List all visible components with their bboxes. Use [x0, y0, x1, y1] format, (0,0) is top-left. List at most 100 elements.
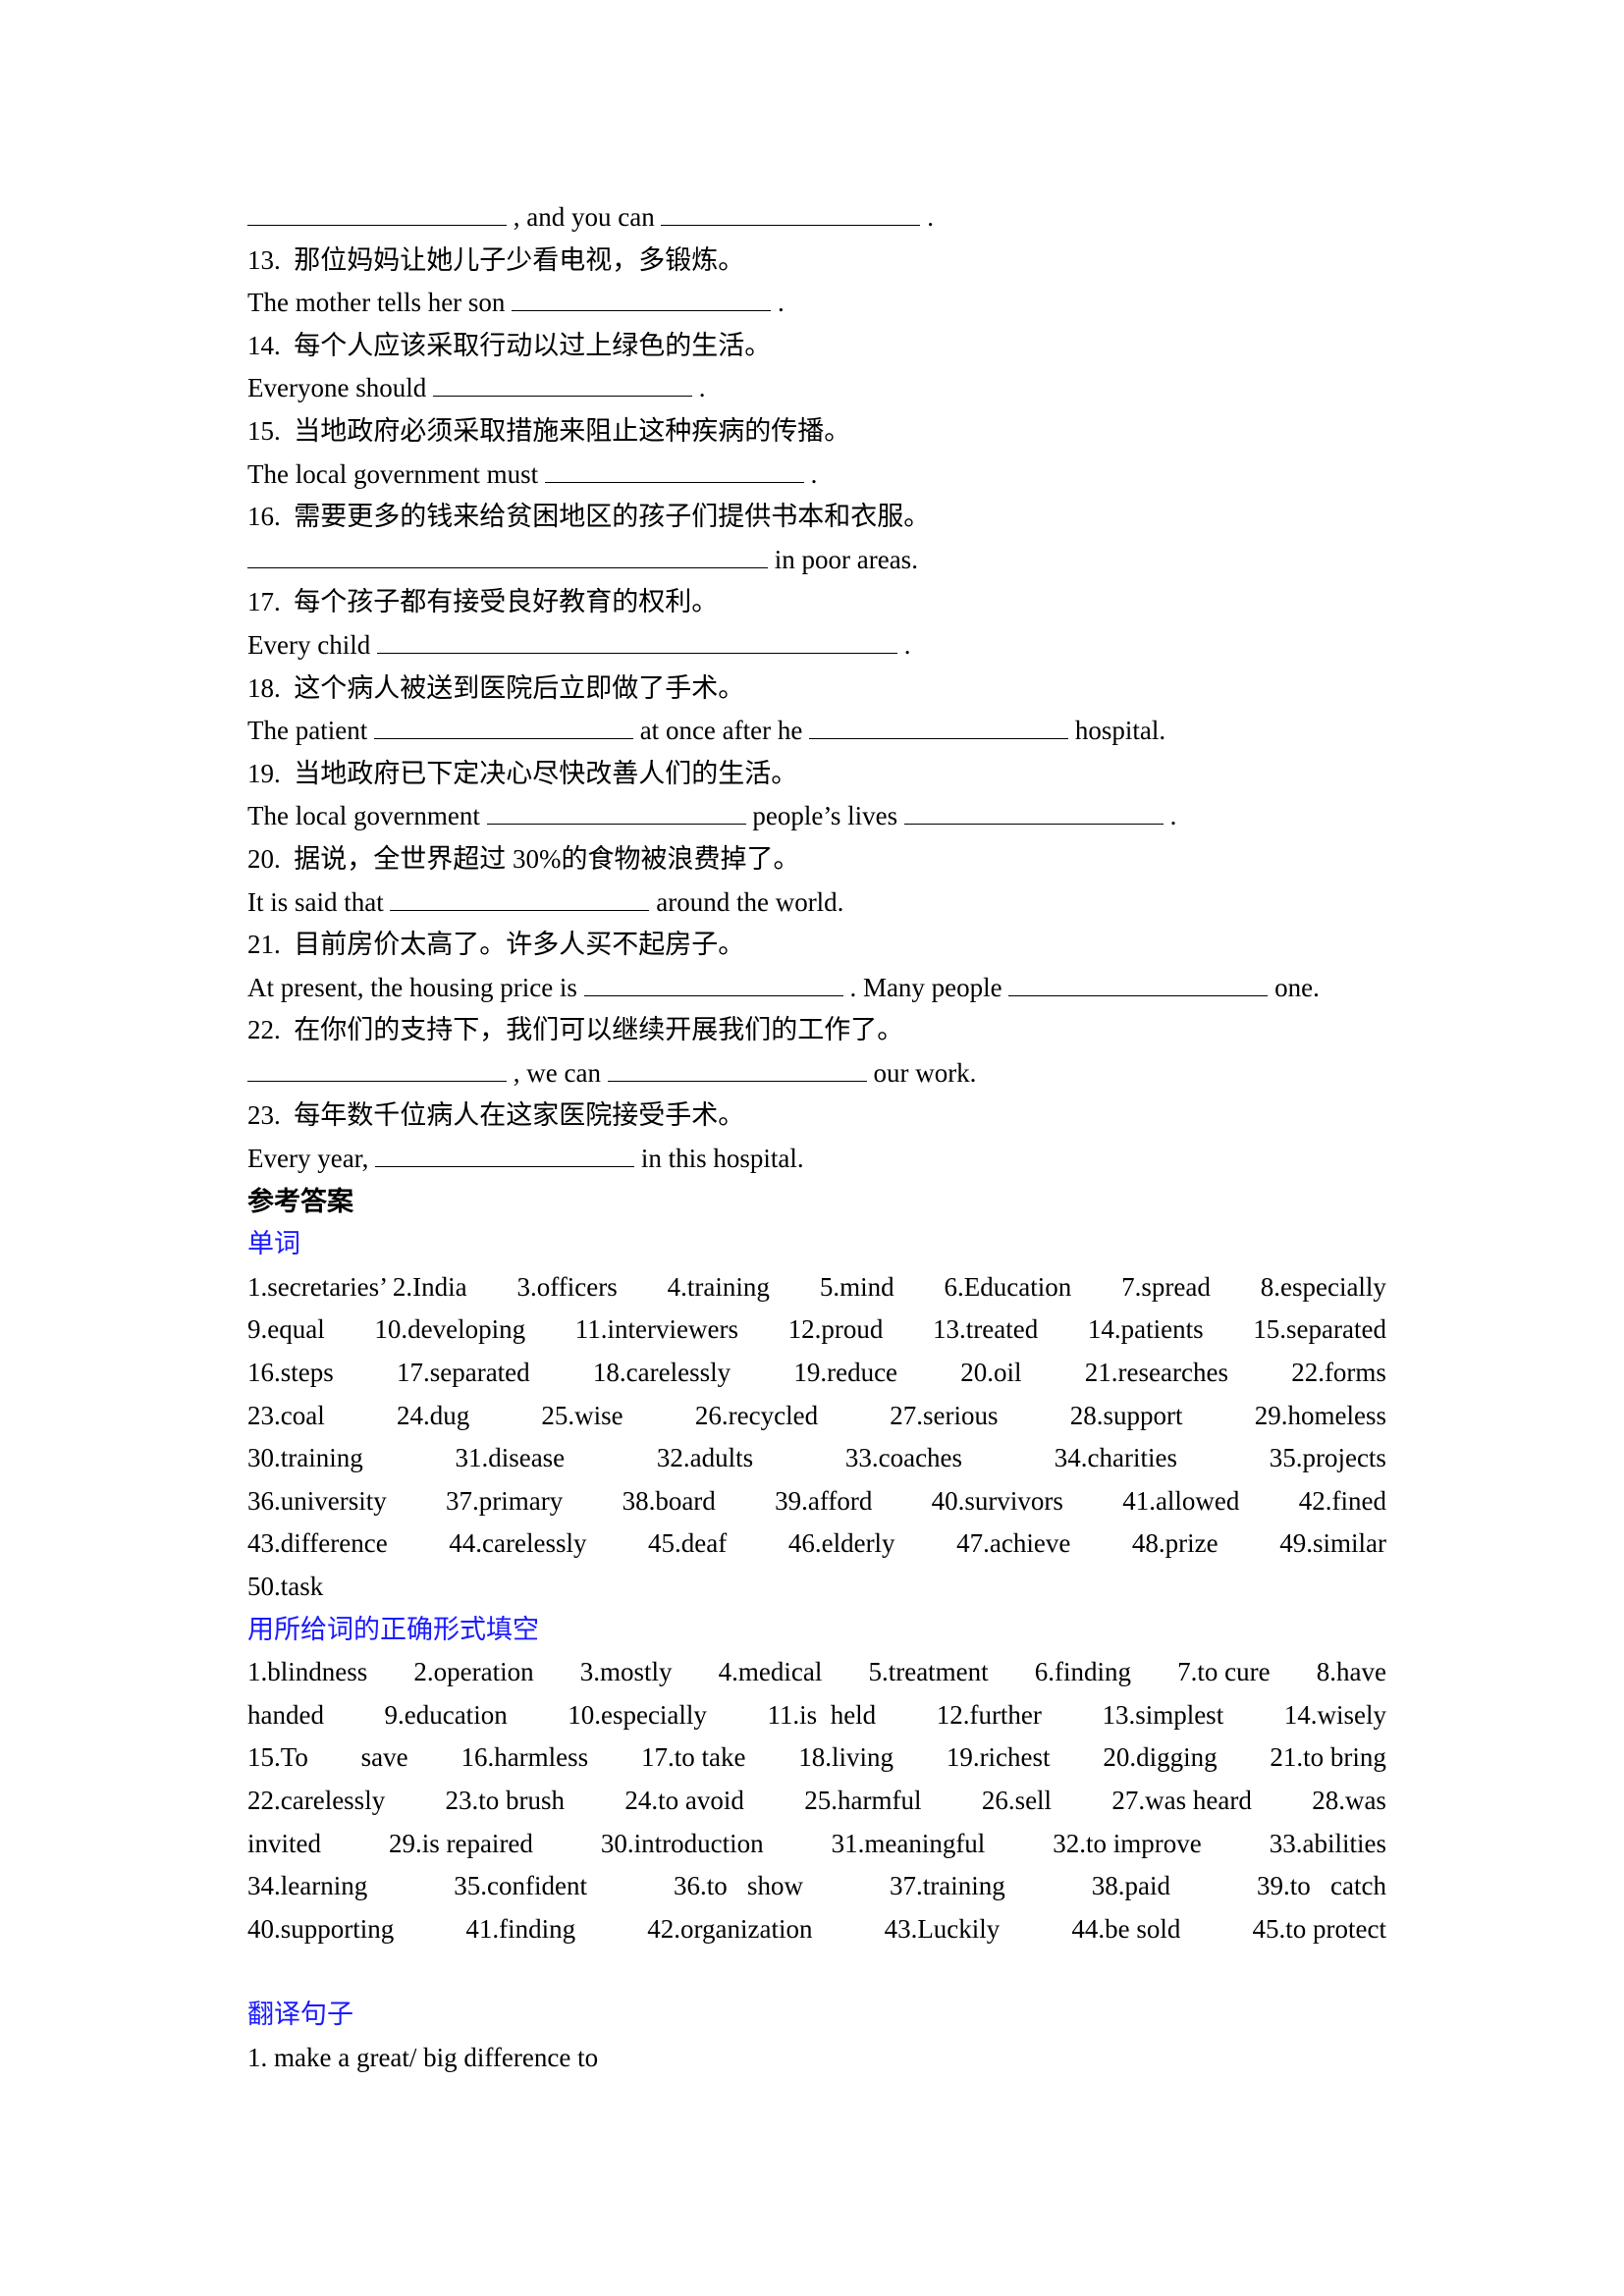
answer-row: 23.coal 24.dug 25.wise 26.recycled 27.seriou… — [247, 1395, 1386, 1438]
answer-item: 33.abilities — [1269, 1828, 1386, 1858]
q17-chinese: 17. 每个孩子都有接受良好教育的权利。 — [247, 587, 719, 617]
translate-answer: 1. make a great/ big difference to — [247, 2042, 599, 2072]
answer-row: 30.training 31.disease 32.adults 33.coaches… — [247, 1437, 1386, 1480]
blank[interactable] — [661, 201, 921, 226]
answer-item: 47.achieve — [956, 1528, 1071, 1559]
q14-chinese: 14. 每个人应该采取行动以过上绿色的生活。 — [247, 330, 772, 360]
answer-item: save — [360, 1742, 408, 1773]
answer-item: 37.training — [890, 1871, 1005, 1901]
answer-item: 4.medical — [718, 1657, 823, 1687]
vocab-section-title: 单词 — [247, 1229, 300, 1259]
blank[interactable] — [486, 800, 746, 826]
answer-item: invited — [247, 1828, 321, 1858]
answer-item: 49.similar — [1279, 1528, 1386, 1559]
answer-row: 34.learning 35.confident 36.to show 37.trai… — [247, 1865, 1386, 1908]
answer-item: 6.Education — [944, 1271, 1072, 1302]
answer-item: 28.support — [1069, 1400, 1183, 1430]
q16-chinese: 16. 需要更多的钱来给贫困地区的孩子们提供书本和衣服。 — [247, 502, 931, 532]
answer-row: 43.difference 44.carelessly 45.deaf 46.elde… — [247, 1522, 1386, 1566]
answer-item: 26.sell — [981, 1785, 1053, 1815]
blank[interactable] — [373, 715, 633, 740]
answer-item: 32.adults — [656, 1443, 754, 1473]
blank[interactable] — [390, 886, 650, 911]
answer-item: 7.spread — [1121, 1271, 1211, 1302]
blank[interactable] — [809, 715, 1069, 740]
answer-item: 24.dug — [396, 1400, 470, 1430]
answer-item: 9.equal — [247, 1314, 325, 1345]
answer-item: 35.confident — [454, 1871, 587, 1901]
blank[interactable] — [247, 201, 507, 226]
answer-item: 26.recycled — [694, 1400, 819, 1430]
answer-item: 31.meaningful — [831, 1828, 986, 1858]
answer-row: 36.university 37.primary 38.board 39.afford… — [247, 1480, 1386, 1523]
answer-item: 38.board — [622, 1485, 716, 1516]
blank[interactable] — [544, 458, 804, 483]
blank[interactable] — [375, 1143, 635, 1168]
q23-english: Every year, in this hospital. — [247, 1143, 804, 1174]
answer-item: 14.patients — [1087, 1314, 1204, 1345]
answer-item: 15.separated — [1253, 1314, 1386, 1345]
answer-item: 32.to improve — [1053, 1828, 1202, 1858]
blank[interactable] — [583, 972, 843, 996]
document-page: , and you can . 13. 那位妈妈让她儿子少看电视，多锻炼。 Th… — [247, 196, 1386, 2079]
answer-item: 5.mind — [819, 1271, 894, 1302]
answer-row: 40.supporting 41.finding 42.organization 43… — [247, 1908, 1386, 1951]
answer-item: 42.fined — [1298, 1485, 1386, 1516]
blank[interactable] — [512, 287, 772, 312]
answer-item: 39.afford — [775, 1485, 873, 1516]
q20-chinese: 20. 据说，全世界超过 30%的食物被浪费掉了。 — [247, 843, 800, 874]
answer-item: 48.prize — [1131, 1528, 1218, 1559]
answer-item: 25.wise — [541, 1400, 623, 1430]
answer-item: 3.officers — [516, 1271, 618, 1302]
answer-row: 22.carelessly 23.to brush 24.to avoid 25.ha… — [247, 1780, 1386, 1823]
vocab-answers: 1.secretaries’ 2.India 3.officers 4.traini… — [247, 1266, 1386, 1609]
answer-item: 45.to protect — [1252, 1913, 1386, 1944]
blank[interactable] — [247, 544, 768, 568]
answer-item: 44.carelessly — [449, 1528, 587, 1559]
answer-item: 8.especially — [1260, 1271, 1386, 1302]
answer-item: 45.deaf — [648, 1528, 728, 1559]
answer-item: 40.supporting — [247, 1913, 395, 1944]
q18-chinese: 18. 这个病人被送到医院后立即做了手术。 — [247, 672, 745, 703]
blank[interactable] — [1008, 972, 1269, 996]
answer-item: 22.carelessly — [247, 1785, 386, 1815]
q12-english-continued: , and you can . — [247, 196, 1386, 240]
answer-item: 1.blindness — [247, 1657, 368, 1687]
fill-answers: 1.blindness 2.operation 3.mostly 4.medical 5… — [247, 1651, 1386, 1950]
answer-item: 9.education — [384, 1699, 508, 1730]
answer-item: 18.living — [798, 1742, 894, 1773]
blank[interactable] — [376, 629, 897, 654]
answer-item: 21.to bring — [1270, 1742, 1386, 1773]
answer-row: 16.steps 17.separated 18.carelessly 19.redu… — [247, 1352, 1386, 1395]
answer-item: 43.Luckily — [884, 1913, 1001, 1944]
blank[interactable] — [607, 1057, 867, 1082]
answer-item: 34.learning — [247, 1871, 368, 1901]
q14-english: Everyone should . — [247, 372, 706, 403]
q13-chinese: 13. 那位妈妈让她儿子少看电视，多锻炼。 — [247, 244, 745, 275]
q15-english: The local government must . — [247, 458, 818, 489]
answer-item: 30.training — [247, 1443, 363, 1473]
answer-item: 1.secretaries’ 2.India — [247, 1271, 467, 1302]
answer-item: 3.mostly — [579, 1657, 673, 1687]
q15-chinese: 15. 当地政府必须采取措施来阻止这种疾病的传播。 — [247, 415, 851, 446]
q18-english: The patient at once after he hospital. — [247, 715, 1166, 746]
answer-item: 10.especially — [568, 1699, 707, 1730]
q17-english: Every child . — [247, 629, 911, 660]
q19-chinese: 19. 当地政府已下定决心尽快改善人们的生活。 — [247, 758, 798, 788]
answer-item: 11.is held — [767, 1699, 877, 1730]
blank[interactable] — [903, 800, 1164, 826]
blank[interactable] — [247, 1057, 507, 1082]
answer-item: 6.finding — [1034, 1657, 1132, 1687]
answer-item: 36.to show — [673, 1871, 803, 1901]
q16-english: in poor areas. — [247, 539, 1386, 582]
answer-item: 43.difference — [247, 1528, 388, 1559]
answer-item: 35.projects — [1269, 1443, 1386, 1473]
answer-item: 36.university — [247, 1485, 387, 1516]
answer-item: 44.be sold — [1071, 1913, 1181, 1944]
answer-item: 34.charities — [1054, 1443, 1177, 1473]
blank[interactable] — [432, 372, 692, 398]
answer-item: 5.treatment — [868, 1657, 989, 1687]
answer-item: 46.elderly — [787, 1528, 895, 1559]
answer-item: 12.proud — [787, 1314, 884, 1345]
